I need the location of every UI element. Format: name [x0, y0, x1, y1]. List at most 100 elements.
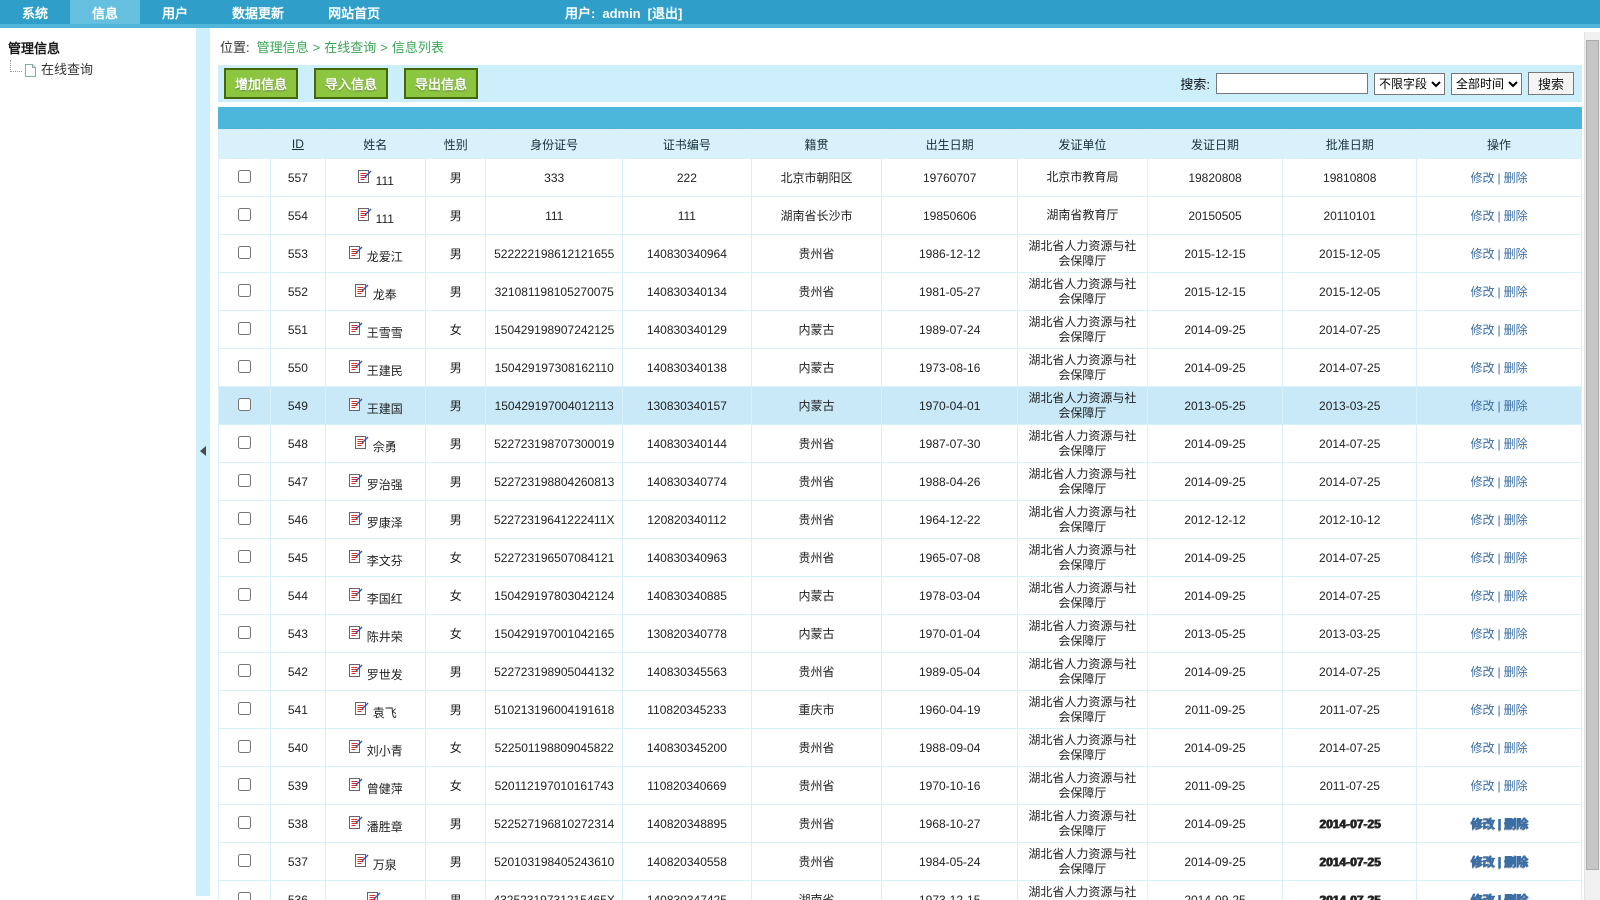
- delete-link[interactable]: 删除: [1504, 627, 1528, 641]
- delete-link[interactable]: 删除: [1504, 285, 1528, 299]
- breadcrumb-link-0[interactable]: 管理信息: [257, 40, 309, 55]
- delete-link[interactable]: 删除: [1504, 171, 1528, 185]
- cell-id-number: 111: [486, 197, 623, 235]
- action-button-2[interactable]: 导出信息: [404, 68, 478, 99]
- row-checkbox[interactable]: [238, 740, 251, 753]
- logout-link[interactable]: [退出]: [648, 0, 683, 28]
- header-cell-4: 证书编号: [623, 130, 752, 159]
- time-select[interactable]: 全部时间: [1451, 73, 1522, 95]
- edit-link[interactable]: 修改: [1470, 513, 1494, 527]
- delete-link[interactable]: 删除: [1504, 475, 1528, 489]
- edit-link[interactable]: 修改: [1470, 627, 1494, 641]
- row-checkbox[interactable]: [238, 816, 251, 829]
- delete-link[interactable]: 删除: [1504, 437, 1528, 451]
- edit-link[interactable]: 修改: [1470, 285, 1494, 299]
- delete-link[interactable]: 删除: [1504, 855, 1528, 869]
- row-checkbox[interactable]: [238, 246, 251, 259]
- cell-id-number: 510213196004191618: [486, 691, 623, 729]
- edit-link[interactable]: 修改: [1470, 589, 1494, 603]
- delete-link[interactable]: 删除: [1504, 323, 1528, 337]
- delete-link[interactable]: 删除: [1504, 399, 1528, 413]
- table-row: 553龙爱江男522222198612121655140830340964贵州省…: [219, 235, 1582, 273]
- row-checkbox[interactable]: [238, 664, 251, 677]
- edit-link[interactable]: 修改: [1470, 437, 1494, 451]
- sidebar-item-online-query[interactable]: 在线查询: [10, 59, 190, 78]
- action-button-1[interactable]: 导入信息: [314, 68, 388, 99]
- row-checkbox[interactable]: [238, 854, 251, 867]
- edit-doc-icon: [348, 472, 363, 491]
- cell-birth-date: 1960-04-19: [882, 691, 1018, 729]
- row-checkbox[interactable]: [238, 284, 251, 297]
- edit-link[interactable]: 修改: [1470, 171, 1494, 185]
- cell-name: 111: [325, 159, 426, 197]
- name-wrap: 曾健萍: [348, 776, 403, 795]
- delete-link[interactable]: 删除: [1504, 247, 1528, 261]
- edit-link[interactable]: 修改: [1470, 779, 1494, 793]
- delete-link[interactable]: 删除: [1504, 779, 1528, 793]
- edit-link[interactable]: 修改: [1470, 323, 1494, 337]
- edit-link[interactable]: 修改: [1470, 817, 1494, 831]
- edit-link[interactable]: 修改: [1470, 665, 1494, 679]
- table-header-row: ID姓名性别身份证号证书编号籍贯出生日期发证单位发证日期批准日期操作: [219, 130, 1582, 159]
- row-checkbox[interactable]: [238, 588, 251, 601]
- cell-issue-date: 2014-09-25: [1147, 311, 1283, 349]
- delete-link[interactable]: 删除: [1504, 551, 1528, 565]
- nav-tab-0[interactable]: 系统: [0, 0, 70, 24]
- row-checkbox[interactable]: [238, 474, 251, 487]
- nav-tab-4[interactable]: 网站首页: [306, 0, 402, 24]
- collapse-sidebar-icon[interactable]: [200, 446, 206, 456]
- search-input[interactable]: [1216, 73, 1368, 94]
- delete-link[interactable]: 删除: [1504, 665, 1528, 679]
- cell-issue-date: 2015-12-15: [1147, 235, 1283, 273]
- row-checkbox[interactable]: [238, 626, 251, 639]
- row-checkbox[interactable]: [238, 512, 251, 525]
- delete-link[interactable]: 删除: [1504, 893, 1528, 900]
- row-checkbox[interactable]: [238, 550, 251, 563]
- row-checkbox[interactable]: [238, 778, 251, 791]
- delete-link[interactable]: 删除: [1504, 361, 1528, 375]
- edit-link[interactable]: 修改: [1470, 551, 1494, 565]
- action-button-0[interactable]: 增加信息: [224, 68, 298, 99]
- row-checkbox[interactable]: [238, 360, 251, 373]
- row-checkbox[interactable]: [238, 322, 251, 335]
- delete-link[interactable]: 删除: [1504, 741, 1528, 755]
- cell-operations: 修改|删除: [1417, 501, 1582, 539]
- edit-link[interactable]: 修改: [1470, 855, 1494, 869]
- delete-link[interactable]: 删除: [1504, 703, 1528, 717]
- scrollbar-thumb[interactable]: [1586, 40, 1599, 870]
- row-checkbox[interactable]: [238, 702, 251, 715]
- search-button[interactable]: 搜索: [1528, 72, 1574, 95]
- nav-tab-2[interactable]: 用户: [140, 0, 210, 24]
- delete-link[interactable]: 删除: [1504, 209, 1528, 223]
- delete-link[interactable]: 删除: [1504, 589, 1528, 603]
- vertical-scrollbar[interactable]: [1584, 32, 1600, 900]
- nav-tab-3[interactable]: 数据更新: [210, 0, 306, 24]
- edit-link[interactable]: 修改: [1470, 209, 1494, 223]
- row-checkbox[interactable]: [238, 892, 251, 900]
- edit-link[interactable]: 修改: [1470, 703, 1494, 717]
- field-select[interactable]: 不限字段: [1374, 73, 1445, 95]
- edit-link[interactable]: 修改: [1470, 475, 1494, 489]
- row-checkbox[interactable]: [238, 436, 251, 449]
- delete-link[interactable]: 删除: [1504, 513, 1528, 527]
- edit-doc-icon: [348, 244, 363, 263]
- name-wrap: 王建国: [348, 396, 403, 415]
- id-sort-link[interactable]: ID: [292, 137, 304, 151]
- cell-issuer: 湖北省人力资源与社会保障厅: [1018, 501, 1148, 539]
- edit-link[interactable]: 修改: [1470, 361, 1494, 375]
- edit-doc-icon: [348, 358, 363, 377]
- row-checkbox[interactable]: [238, 398, 251, 411]
- edit-link[interactable]: 修改: [1470, 247, 1494, 261]
- edit-link[interactable]: 修改: [1470, 741, 1494, 755]
- nav-tab-1[interactable]: 信息: [70, 0, 140, 24]
- edit-link[interactable]: 修改: [1470, 893, 1494, 900]
- delete-link[interactable]: 删除: [1504, 817, 1528, 831]
- breadcrumb-link-2[interactable]: 信息列表: [392, 40, 444, 55]
- username: admin: [602, 0, 640, 28]
- cell-origin: 北京市朝阳区: [751, 159, 882, 197]
- breadcrumb-link-1[interactable]: 在线查询: [324, 40, 376, 55]
- edit-link[interactable]: 修改: [1470, 399, 1494, 413]
- row-checkbox[interactable]: [238, 208, 251, 221]
- row-checkbox[interactable]: [238, 170, 251, 183]
- cell-name: 罗治强: [325, 463, 426, 501]
